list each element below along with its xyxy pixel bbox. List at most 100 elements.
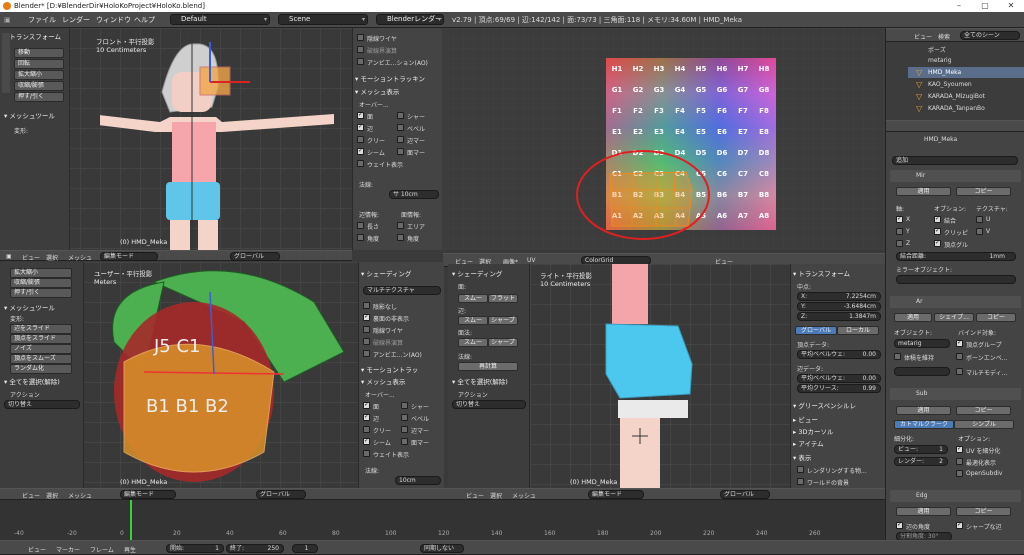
outliner-item-hmd-meka[interactable]: HMD_Meka (928, 69, 961, 76)
scene-select[interactable]: Scene (278, 14, 368, 25)
timeline-marker-menu[interactable]: マーカー (56, 545, 80, 554)
edgesplit-modifier-name[interactable]: Edg (916, 492, 927, 499)
mirror-copy-button[interactable]: コピー (956, 187, 1011, 196)
recalculate-button[interactable]: 再計算 (458, 362, 518, 371)
close-icon[interactable]: ✕ (998, 0, 1024, 12)
subsurf-copy-button[interactable]: コピー (956, 406, 1011, 415)
editor-type-icon[interactable]: ▣ (6, 253, 12, 260)
u-checkbox[interactable] (976, 216, 983, 223)
menu-select-2[interactable]: 選択 (46, 491, 58, 500)
weight-checkbox[interactable] (357, 160, 364, 167)
hidden-wire-checkbox-2[interactable] (363, 326, 370, 333)
axis-x-checkbox[interactable] (896, 215, 903, 223)
mirror-object-field[interactable] (896, 275, 1016, 284)
vertex-bevel-field[interactable]: 平均ベベルウェ: 0.00 (797, 350, 881, 359)
mode-select-2[interactable]: 編集モード (120, 490, 176, 499)
motion-tracking-header[interactable]: ▾ モーショントラッキン (355, 73, 425, 83)
current-frame-field[interactable]: 1 (292, 544, 318, 553)
outliner-view-menu[interactable]: ビュー (914, 32, 932, 41)
hidden-wire-checkbox[interactable] (357, 34, 364, 41)
global-button[interactable]: グローバル (795, 326, 837, 335)
timeline-playback-menu[interactable]: 再生 (124, 545, 136, 554)
menu-select[interactable]: 選択 (46, 253, 58, 262)
vertex-slide-button[interactable]: 頂点をスライド (10, 334, 72, 344)
start-frame-field[interactable]: 開始: 1 (166, 544, 224, 553)
action-select[interactable]: 切り替え (4, 400, 80, 409)
shading-header[interactable]: ▾ シェーディング (361, 268, 411, 278)
edge-mark-checkbox[interactable] (397, 136, 404, 143)
transform-panel-header[interactable]: ▾ トランスフォーム (793, 268, 850, 278)
crease-checkbox[interactable] (357, 136, 364, 143)
mirror-apply-button[interactable]: 適用 (896, 187, 951, 196)
uv-shading-header[interactable]: ▾ シェーディング (452, 268, 502, 278)
select-all-header[interactable]: ▾ 全てを選択(解除) (4, 376, 60, 386)
face-mark-checkbox-2[interactable] (401, 438, 408, 445)
grease-pencil-header[interactable]: ▾ グリースペンシルレ (793, 400, 856, 410)
orientation-select-2[interactable]: グローバル (256, 490, 306, 499)
subsurf-modifier-name[interactable]: Sub (916, 390, 927, 397)
mesh-tools-header[interactable]: ▾ メッシュツール (4, 110, 55, 120)
dashed-checkbox-2[interactable] (363, 338, 370, 345)
normal-size-field[interactable]: サ 10cm (389, 190, 439, 199)
face-smooth-button[interactable]: スムー (458, 294, 488, 303)
randomize-button[interactable]: ランダム化 (10, 364, 72, 374)
menu-mesh-3[interactable]: メッシュ (512, 491, 536, 500)
dashed-checkbox[interactable] (357, 46, 364, 53)
bone-envelopes-checkbox[interactable] (956, 353, 963, 360)
outliner-item-pose[interactable]: ポーズ (928, 45, 946, 54)
only-render-checkbox[interactable] (797, 466, 804, 473)
face-angle-checkbox[interactable] (397, 234, 404, 241)
menu-view[interactable]: ビュー (22, 253, 40, 262)
shadeless-checkbox[interactable] (363, 302, 370, 309)
vert-smooth-button[interactable]: スムー (458, 338, 488, 347)
timeline-frame-menu[interactable]: フレーム (90, 545, 114, 554)
sync-mode-select[interactable]: 同期しない (420, 544, 464, 553)
catmull-clark-button[interactable]: カトマルクラーク (894, 420, 954, 429)
scale-button-2[interactable]: 拡大縮小 (10, 268, 72, 278)
mode-select-3[interactable]: 編集モード (588, 490, 644, 499)
armature-object-field[interactable]: metarig (894, 339, 950, 348)
edge-angle-checkbox[interactable] (896, 521, 903, 529)
axis-z-checkbox[interactable] (896, 240, 903, 247)
timeline-view-menu[interactable]: ビュー (28, 545, 46, 554)
menu-help[interactable]: ヘルプ (134, 12, 155, 28)
preserve-volume-checkbox[interactable] (894, 353, 901, 360)
edgesplit-modifier-header[interactable] (890, 490, 1021, 502)
mesh-tools-header-2[interactable]: ▾ メッシュツール (4, 302, 55, 312)
world-background-checkbox[interactable] (797, 478, 804, 485)
outliner-display-select[interactable]: 全てのシーン (960, 31, 1020, 40)
menu-mesh-2[interactable]: メッシュ (68, 491, 92, 500)
edges-checkbox[interactable] (357, 123, 364, 131)
subsurf-modifier-header[interactable] (890, 388, 1021, 400)
menu-view-3[interactable]: ビュー (466, 491, 484, 500)
sharp-edges-checkbox[interactable] (956, 521, 963, 529)
shading-mode-select[interactable]: マルチテクスチャ (363, 286, 441, 295)
edgesplit-copy-button[interactable]: コピー (956, 507, 1011, 516)
edge-slide-button[interactable]: 辺をスライド (10, 324, 72, 334)
y-field[interactable]: Y: -3.6484cm (797, 302, 881, 311)
ao-checkbox-2[interactable] (363, 350, 370, 357)
vertex-group-checkbox[interactable] (934, 239, 941, 247)
optimal-display-checkbox[interactable] (956, 458, 963, 465)
seams-checkbox-2[interactable] (363, 437, 370, 445)
push-pull-button-2[interactable]: 押す/引く (10, 288, 72, 298)
edge-mark-checkbox-2[interactable] (401, 426, 408, 433)
mesh-display-header-2[interactable]: ▾ メッシュ表示 (361, 376, 405, 386)
push-pull-button[interactable]: 押す/引く (14, 92, 64, 102)
mirror-modifier-header[interactable] (890, 170, 1021, 182)
edge-sharp-button[interactable]: シャープ (488, 316, 518, 325)
editor-type-icon[interactable]: ▣ (4, 12, 18, 28)
simple-button[interactable]: シンプル (954, 420, 1014, 429)
add-modifier-select[interactable]: 追加 (892, 156, 1018, 165)
outliner-item-kao[interactable]: KAO_Syoumen (928, 81, 972, 88)
subsurf-apply-button[interactable]: 適用 (896, 406, 951, 415)
vertex-groups-checkbox[interactable] (956, 339, 963, 347)
rotate-button[interactable]: 回転 (14, 59, 64, 69)
ao-checkbox[interactable] (357, 58, 364, 65)
end-frame-field[interactable]: 終了: 250 (226, 544, 284, 553)
mirror-modifier-name[interactable]: Mir (916, 172, 925, 179)
translate-button[interactable]: 移動 (14, 48, 64, 58)
face-mark-checkbox[interactable] (397, 148, 404, 155)
armature-modifier-name[interactable]: Ar (916, 298, 923, 305)
merge-checkbox[interactable] (934, 215, 941, 223)
